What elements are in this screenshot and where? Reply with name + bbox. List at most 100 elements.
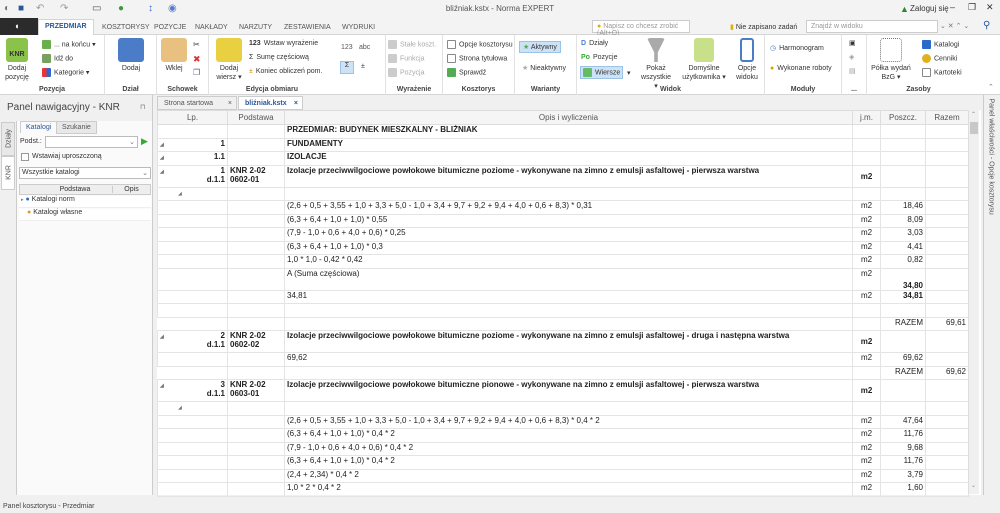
partial-cell[interactable]: RAZEM [880, 365, 926, 380]
unit-cell[interactable]: m2 [852, 200, 881, 215]
unit-cell[interactable]: m2 [852, 482, 881, 497]
table-row[interactable]: (6,3 + 6,4 + 1,0 + 1,0) * 0,3 m2 4,41 [157, 240, 969, 255]
podst-input[interactable]: ⌄ [45, 136, 138, 148]
lp-cell[interactable] [157, 303, 228, 318]
positions-view-button[interactable]: Po Pozycje [581, 54, 617, 61]
table-row[interactable]: 1,0 * 2 * 0,4 * 2 m2 1,60 [157, 482, 969, 497]
description-cell[interactable]: IZOLACJE [284, 151, 853, 166]
close-icon[interactable]: × [294, 100, 298, 107]
basis-cell[interactable] [227, 455, 285, 470]
partial-cell[interactable]: 0,82 [880, 254, 926, 269]
card-files-button[interactable]: Kartoteki [922, 68, 962, 77]
total-cell[interactable] [925, 414, 969, 429]
lp-cell[interactable] [157, 441, 228, 456]
tab-przedmiar[interactable]: PRZEDMIAR [38, 19, 94, 36]
unit-cell[interactable] [852, 137, 881, 152]
table-row[interactable]: ◢ 1.1 IZOLACJE [157, 151, 969, 166]
total-cell[interactable]: 69,61 [925, 316, 969, 331]
scroll-down-icon[interactable]: ⌄ [971, 482, 976, 489]
total-cell[interactable] [925, 330, 969, 353]
col-poszcz[interactable]: Poszcz. [880, 110, 926, 125]
partial-cell[interactable]: 3,03 [880, 227, 926, 242]
table-row[interactable]: (2,4 + 2,34) * 0,4 * 2 m2 3,79 [157, 468, 969, 483]
partial-cell[interactable] [880, 401, 926, 416]
lp-cell[interactable] [157, 428, 228, 443]
partial-cell[interactable]: 34,81 [880, 289, 926, 304]
total-cell[interactable] [925, 267, 969, 291]
total-cell[interactable] [925, 468, 969, 483]
lp-cell[interactable] [157, 468, 228, 483]
table-row[interactable]: ◢ 1 d.1.1 KNR 2-02 0602-01 Izolacje przeciwwi… [157, 164, 969, 188]
vtab-knr[interactable]: KNR [1, 156, 15, 190]
table-row[interactable]: PRZEDMIAR: BUDYNEK MIESZKALNY - BLIŹNIAK [157, 124, 969, 139]
catalog-select[interactable]: Wszystkie katalogi ⌄ [19, 167, 151, 179]
partial-cell[interactable]: 9,68 [880, 441, 926, 456]
description-cell[interactable]: 69,62 [284, 352, 853, 367]
unit-cell[interactable]: m2 [852, 164, 881, 188]
lp-cell[interactable] [157, 482, 228, 497]
collapse-ribbon-button[interactable]: ⌃ [988, 83, 994, 91]
scroll-up-icon[interactable]: ⌃ [971, 111, 976, 118]
partial-cell[interactable]: 8,09 [880, 213, 926, 228]
collapse-icon[interactable]: ◢ [160, 334, 164, 340]
collapse-icon[interactable]: ◢ [178, 191, 182, 197]
function-button[interactable]: Funkcja [388, 54, 425, 63]
tab-wydruki[interactable]: WYDRUKI [336, 21, 381, 34]
check-button[interactable]: Sprawdź [447, 68, 486, 77]
unit-cell[interactable]: m2 [852, 254, 881, 269]
partial-cell[interactable] [880, 330, 926, 353]
add-row-button[interactable]: Dodaj wiersz ▾ [213, 38, 245, 82]
table-row[interactable]: ◢ [157, 401, 969, 416]
basis-cell[interactable] [227, 240, 285, 255]
cost-options-button[interactable]: Opcje kosztorysu [447, 40, 513, 49]
total-cell[interactable] [925, 428, 969, 443]
find-in-view-input[interactable]: Znajdź w widoku [806, 20, 938, 33]
description-cell[interactable]: (2,4 + 2,34) * 0,4 * 2 [284, 468, 853, 483]
lp-cell[interactable] [157, 227, 228, 242]
partial-cell[interactable]: 69,62 [880, 352, 926, 367]
at-end-button[interactable]: ... na końcu ▾ [42, 40, 96, 49]
col-podstawa[interactable]: Podstawa [227, 110, 285, 125]
insert-expression-button[interactable]: 123 Wstaw wyrażenie [249, 40, 318, 47]
description-cell[interactable]: PRZEDMIAR: BUDYNEK MIESZKALNY - BLIŹNIAK [284, 124, 853, 139]
partial-cell[interactable] [880, 164, 926, 188]
partial-cell[interactable]: 11,76 [880, 455, 926, 470]
play-icon[interactable]: ▶ [141, 136, 148, 147]
description-cell[interactable]: A (Suma częściowa) [284, 267, 853, 291]
find-nav-buttons[interactable]: ⌄ ✕ ⌃ ⌄ [940, 22, 969, 30]
tab-pozycje[interactable]: POZYCJE [148, 21, 192, 34]
position-ref-button[interactable]: Pozycja [388, 68, 425, 77]
tab-katalogi[interactable]: Katalogi [20, 121, 58, 133]
table-row[interactable]: A (Suma częściowa) m2 34,80 [157, 267, 969, 291]
simplified-checkbox[interactable] [21, 153, 29, 161]
lp-cell[interactable] [157, 352, 228, 367]
cut-icon[interactable]: ✂ [193, 40, 200, 49]
basis-cell[interactable] [227, 441, 285, 456]
unit-cell[interactable] [852, 316, 881, 331]
unit-cell[interactable]: m2 [852, 227, 881, 242]
unit-cell[interactable] [852, 151, 881, 166]
description-cell[interactable]: (6,3 + 6,4 + 1,0 + 1,0) * 0,4 * 2 [284, 428, 853, 443]
unit-cell[interactable]: m2 [852, 455, 881, 470]
lp-cell[interactable] [157, 414, 228, 429]
tab-kosztorysy[interactable]: KOSZTORYSY [96, 21, 156, 34]
table-row[interactable]: ◢ 1 FUNDAMENTY [157, 137, 969, 152]
description-cell[interactable]: 1,0 * 2 * 0,4 * 2 [284, 482, 853, 497]
partial-cell[interactable]: 1,60 [880, 482, 926, 497]
table-row[interactable]: (6,3 + 6,4 + 1,0 + 1,0) * 0,55 m2 8,09 [157, 213, 969, 228]
inactive-variant-button[interactable]: ★ Nieaktywny [522, 64, 566, 72]
partial-cell[interactable] [880, 186, 926, 201]
vtab-dzialy[interactable]: Działy [1, 122, 15, 156]
user-defaults-button[interactable]: Domyślne użytkownika ▾ [681, 38, 727, 82]
total-cell[interactable] [925, 441, 969, 456]
lp-cell[interactable] [157, 267, 228, 291]
basis-cell[interactable] [227, 316, 285, 331]
description-cell[interactable]: (6,3 + 6,4 + 1,0 + 1,0) * 0,55 [284, 213, 853, 228]
pin-icon[interactable]: ⊓ [140, 103, 145, 111]
total-cell[interactable] [925, 401, 969, 416]
basis-cell[interactable] [227, 401, 285, 416]
col-opis[interactable]: Opis i wyliczenia [284, 110, 853, 125]
partial-cell[interactable]: 47,64 [880, 414, 926, 429]
basis-cell[interactable] [227, 352, 285, 367]
basis-cell[interactable] [227, 227, 285, 242]
